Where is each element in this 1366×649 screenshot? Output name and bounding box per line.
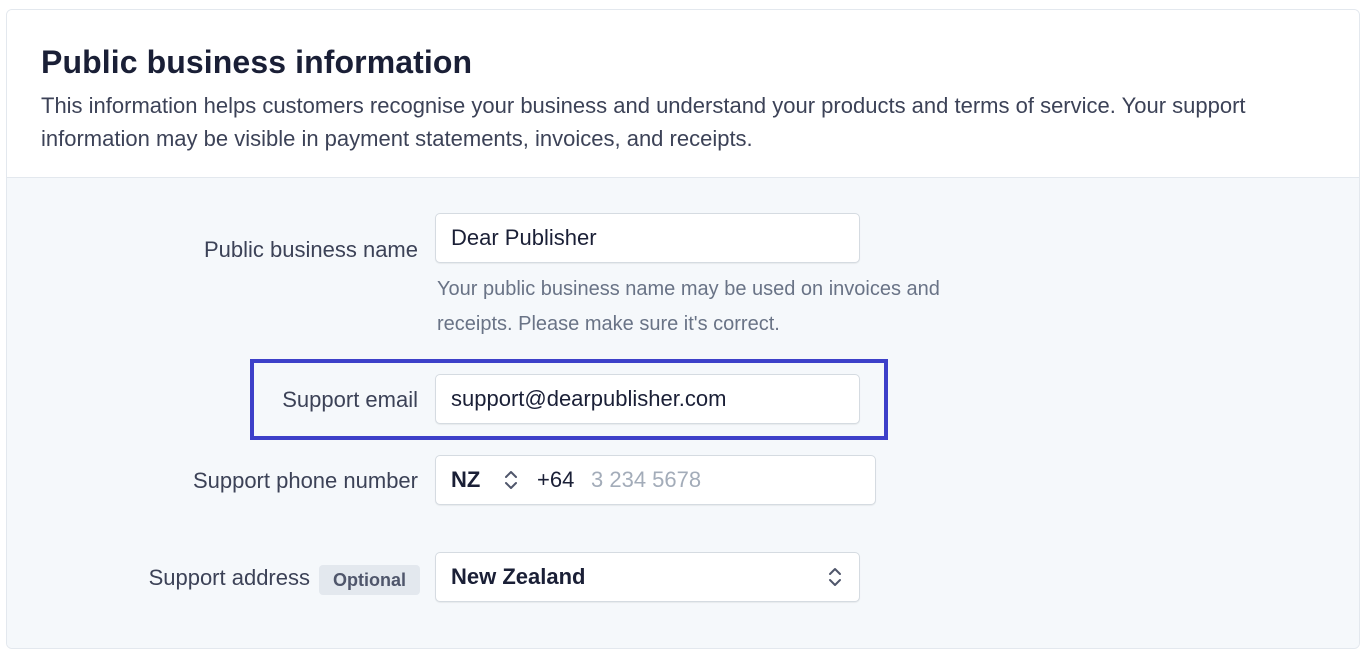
- support-address-country-select[interactable]: New Zealand: [435, 552, 860, 602]
- card-header: Public business information This informa…: [7, 10, 1359, 178]
- business-name-help: Your public business name may be used on…: [437, 278, 940, 335]
- section-description: This information helps customers recogni…: [41, 93, 1246, 151]
- phone-country-code: +64: [537, 467, 575, 492]
- support-email-input[interactable]: support@dearpublisher.com: [435, 374, 860, 424]
- support-phone-label: Support phone number: [192, 468, 418, 493]
- optional-badge: Optional: [319, 565, 420, 595]
- business-name-label: Public business name: [203, 237, 418, 262]
- business-name-input[interactable]: Dear Publisher: [435, 213, 860, 263]
- support-address-label: Support address: [148, 565, 310, 590]
- phone-number-placeholder: 3 234 5678: [591, 467, 702, 492]
- support-phone-input[interactable]: NZ +64 3 234 5678: [435, 455, 876, 505]
- phone-country-select[interactable]: NZ: [451, 467, 480, 493]
- phone-country-chevron-icon[interactable]: [504, 469, 518, 491]
- form-body: Public business name Dear Publisher Your…: [7, 178, 1359, 648]
- section-title: Public business information: [41, 44, 473, 80]
- support-email-label: Support email: [282, 387, 418, 412]
- public-business-info-card: Public business information This informa…: [6, 9, 1360, 649]
- business-name-value: Dear Publisher: [451, 225, 597, 250]
- address-country-value: New Zealand: [451, 564, 586, 589]
- address-country-chevron-icon: [829, 568, 841, 586]
- support-email-value: support@dearpublisher.com: [451, 386, 727, 411]
